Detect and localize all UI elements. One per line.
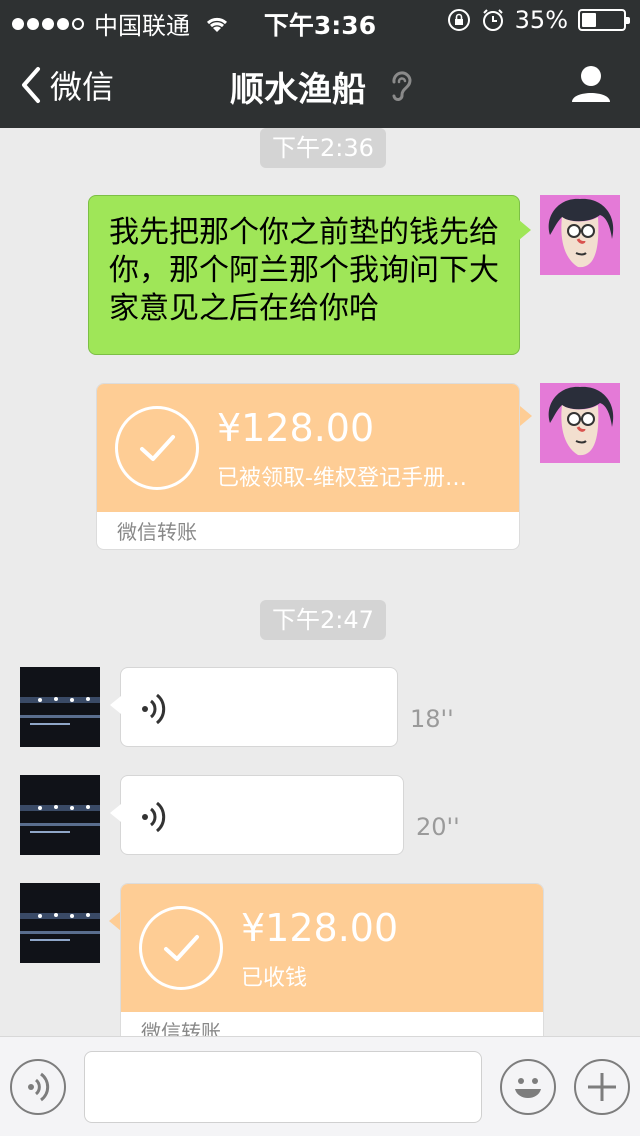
ear-icon xyxy=(392,71,412,101)
voice-toggle-button[interactable] xyxy=(10,1059,66,1115)
transfer-card[interactable]: ¥128.00 已收钱 微信转账 xyxy=(120,883,544,1036)
cartoon-avatar-icon xyxy=(548,386,614,456)
check-circle-icon xyxy=(139,906,223,990)
transfer-card[interactable]: ¥128.00 已被领取-维权登记手册… 微信转账 xyxy=(96,383,520,550)
header: 中国联通 下午3:36 35% 微信 顺水渔船 xyxy=(0,0,640,128)
my-avatar[interactable] xyxy=(540,383,620,463)
voice-wave-icon xyxy=(28,1072,50,1102)
contact-avatar[interactable] xyxy=(20,775,100,855)
back-button[interactable]: 微信 xyxy=(18,62,114,108)
transfer-card-top: ¥128.00 已被领取-维权登记手册… xyxy=(97,384,519,512)
plus-button[interactable] xyxy=(574,1059,630,1115)
voice-message-bubble[interactable] xyxy=(110,775,404,855)
bubble-tail xyxy=(520,406,532,426)
transfer-card-top: ¥128.00 已收钱 xyxy=(121,884,543,1012)
rotation-lock-icon xyxy=(447,9,470,31)
check-icon xyxy=(140,435,175,461)
battery-icon xyxy=(578,9,630,31)
input-bar xyxy=(0,1036,640,1136)
emoji-button[interactable] xyxy=(500,1059,556,1115)
transfer-footer: 微信转账 xyxy=(117,520,197,544)
night-bridge-photo-icon xyxy=(20,883,100,963)
cartoon-avatar-icon xyxy=(548,198,614,268)
night-bridge-photo-icon xyxy=(20,775,100,855)
voice-wave-icon xyxy=(142,801,166,833)
check-icon xyxy=(164,935,199,961)
alarm-icon xyxy=(482,9,503,31)
nav-bar: 微信 顺水渔船 xyxy=(0,40,640,128)
voice-wave-icon xyxy=(142,693,166,725)
message-input[interactable] xyxy=(84,1051,482,1123)
timestamp: 下午2:47 xyxy=(260,600,386,640)
battery-percent: 35% xyxy=(514,6,568,34)
back-label: 微信 xyxy=(50,68,115,106)
my-avatar[interactable] xyxy=(540,195,620,275)
profile-icon[interactable] xyxy=(570,64,612,104)
transfer-status: 已被领取-维权登记手册… xyxy=(217,466,467,491)
check-circle-icon xyxy=(115,406,199,490)
plus-icon xyxy=(588,1073,616,1101)
voice-message-bubble[interactable] xyxy=(110,667,398,747)
transfer-amount: ¥128.00 xyxy=(217,406,375,450)
back-chevron-icon xyxy=(22,67,40,103)
transfer-amount: ¥128.00 xyxy=(241,906,399,950)
status-bar: 中国联通 下午3:36 35% xyxy=(0,0,640,40)
status-right: 35% xyxy=(447,6,630,34)
transfer-footer: 微信转账 xyxy=(141,1020,221,1036)
contact-avatar[interactable] xyxy=(20,667,100,747)
emoji-icon xyxy=(515,1078,541,1098)
chat-title: 顺水渔船 xyxy=(230,70,366,110)
chat-area[interactable]: 下午2:36 我先把那个你之前垫的钱先给你，那个阿兰那个我询问下大家意见之后在给… xyxy=(0,128,640,1036)
text-message-bubble[interactable]: 我先把那个你之前垫的钱先给你，那个阿兰那个我询问下大家意见之后在给你哈 xyxy=(88,195,531,355)
contact-avatar[interactable] xyxy=(20,883,100,963)
voice-duration: 18'' xyxy=(410,705,454,733)
transfer-status: 已收钱 xyxy=(241,966,308,991)
timestamp: 下午2:36 xyxy=(260,128,386,168)
night-bridge-photo-icon xyxy=(20,667,100,747)
voice-duration: 20'' xyxy=(416,813,460,841)
